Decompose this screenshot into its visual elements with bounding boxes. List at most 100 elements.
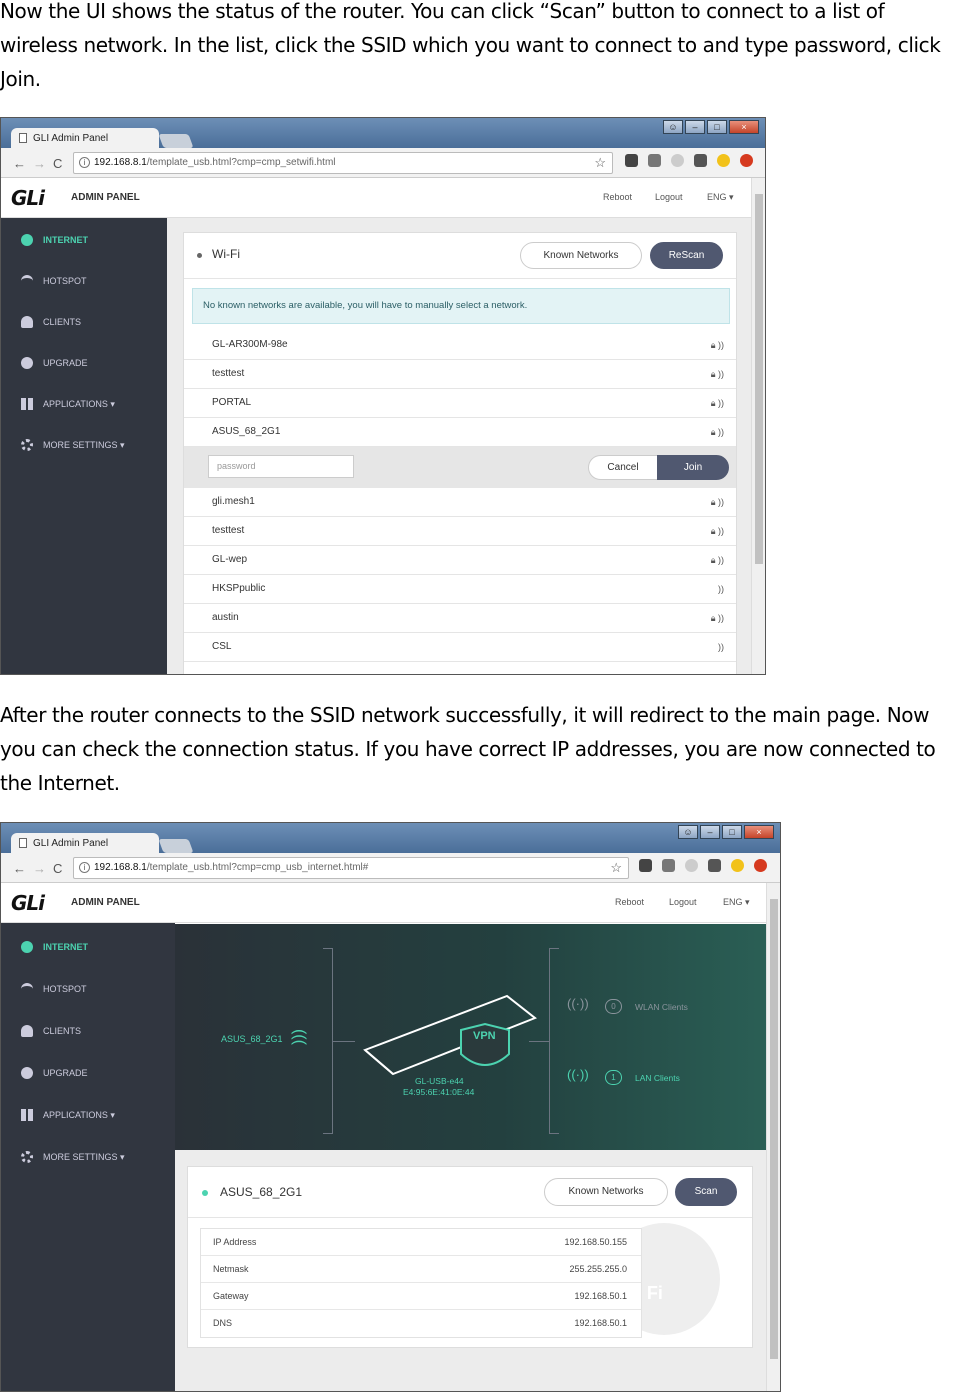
network-row[interactable]: gli.mesh1 🔒︎ )) [184,488,736,517]
minimize-button[interactable]: – [700,825,720,839]
dns-value: 192.168.50.1 [574,1318,627,1328]
forward-icon[interactable]: → [33,156,46,171]
extension-icon[interactable] [694,154,707,167]
language-dropdown[interactable]: ENG ▾ [707,192,734,203]
sidebar-item-upgrade[interactable]: UPGRADE [1,343,167,383]
new-tab-button[interactable] [158,839,194,853]
menu-icon[interactable] [754,859,767,872]
rescan-button[interactable]: ReScan [650,242,723,269]
wifi-icon [21,983,33,995]
extension-icon[interactable] [625,154,638,167]
browser-tab[interactable]: GLI Admin Panel [11,833,159,855]
profile-icon[interactable]: ☺ [663,120,683,134]
address-bar[interactable]: i 192.168.8.1/template_usb.html?cmp=cmp_… [73,857,629,879]
ssid-label: HKSPpublic [212,583,266,594]
extension-icon[interactable] [708,859,721,872]
close-button[interactable]: × [729,120,759,134]
network-row[interactable]: testtest 🔒︎ )) [184,517,736,546]
join-button[interactable]: Join [657,455,729,480]
sidebar-item-clients[interactable]: CLIENTS [1,302,167,342]
logout-link[interactable]: Logout [669,897,697,907]
vpn-shield-label: VPN [473,1030,496,1042]
network-row[interactable]: GL-AR300M-98e 🔒︎ )) [184,331,736,360]
url-path: /template_usb.html?cmp=cmp_usb_internet.… [146,862,369,873]
lan-clients-link[interactable]: LAN Clients [635,1073,680,1083]
intro-paragraph: Now the UI shows the status of the route… [0,0,941,91]
browser-tab[interactable]: GLI Admin Panel [11,128,159,150]
connector-line [529,1041,549,1042]
admin-panel-title: ADMIN PANEL [71,897,140,908]
reboot-link[interactable]: Reboot [615,897,644,907]
gateway-value: 192.168.50.1 [574,1291,627,1301]
network-row[interactable]: PORTAL 🔒︎ )) [184,389,736,418]
back-icon[interactable]: ← [13,861,26,876]
ssid-label: ASUS_68_2G1 [212,426,281,437]
network-row[interactable]: CSL)) [184,633,736,662]
network-row-selected[interactable]: ASUS_68_2G1 🔒︎ )) [184,418,736,447]
cancel-button[interactable]: Cancel [588,455,658,480]
network-row[interactable]: GL-wep 🔒︎ )) [184,546,736,575]
gateway-label: Gateway [213,1291,249,1301]
password-input[interactable]: password [208,455,354,478]
address-bar[interactable]: i 192.168.8.1/template_usb.html?cmp=cmp_… [73,152,613,174]
page-icon [19,838,27,848]
network-row[interactable]: austin 🔒︎ )) [184,604,736,633]
known-networks-button[interactable]: Known Networks [544,1178,668,1206]
upload-icon [21,1067,33,1079]
sidebar-item-more-settings[interactable]: MORE SETTINGS ▾ [1,1137,167,1177]
info-alert: No known networks are available, you wil… [192,288,730,324]
wifi-icon: )) [718,584,724,594]
sidebar-item-more-settings[interactable]: MORE SETTINGS ▾ [1,425,167,465]
maximize-button[interactable]: □ [722,825,742,839]
grid-icon [21,398,33,410]
profile-icon[interactable]: ☺ [678,825,698,839]
page-scrollbar[interactable] [766,883,780,1391]
main-content: ASUS_68_2G1 Known Networks Scan Wi Fi IP… [175,1150,768,1391]
language-dropdown[interactable]: ENG ▾ [723,897,750,908]
back-icon[interactable]: ← [13,156,26,171]
network-row[interactable]: testtest 🔒︎ )) [184,360,736,389]
table-row: IP Address 192.168.50.155 [201,1229,641,1256]
sidebar-item-internet[interactable]: INTERNET [1,927,167,967]
ip-table: IP Address 192.168.50.155 Netmask 255.255.… [200,1228,642,1338]
page-scrollbar[interactable] [751,178,765,674]
logout-link[interactable]: Logout [655,192,683,202]
menu-icon[interactable] [740,154,753,167]
scan-button[interactable]: Scan [675,1178,737,1206]
sidebar-item-internet[interactable]: INTERNET [1,220,167,260]
browser-toolbar: ← → C i 192.168.8.1/template_usb.html?cm… [1,853,780,883]
extension-icon[interactable] [648,154,661,167]
wifi-icon: )) [718,642,724,652]
emoji-extension-icon[interactable] [731,859,744,872]
emoji-extension-icon[interactable] [717,154,730,167]
wlan-clients-link[interactable]: WLAN Clients [635,1002,688,1012]
scrollbar-thumb[interactable] [755,194,763,564]
network-row[interactable]: HKSPpublic)) [184,575,736,604]
sidebar-item-applications[interactable]: APPLICATIONS ▾ [1,384,167,424]
bookmark-star-icon[interactable]: ☆ [594,155,606,171]
extension-icon[interactable] [639,859,652,872]
extension-icon[interactable] [662,859,675,872]
sidebar-item-label: INTERNET [43,235,88,245]
extension-icon[interactable] [671,154,684,167]
maximize-button[interactable]: □ [707,120,727,134]
sidebar-item-hotspot[interactable]: HOTSPOT [1,969,167,1009]
sidebar-item-hotspot[interactable]: HOTSPOT [1,261,167,301]
minimize-button[interactable]: – [685,120,705,134]
wifi-card: Wi-Fi Known Networks ReScan No known net… [183,232,737,674]
scrollbar-thumb[interactable] [770,899,778,1359]
forward-icon[interactable]: → [33,861,46,876]
sidebar-item-clients[interactable]: CLIENTS [1,1011,167,1051]
close-button[interactable]: × [744,825,774,839]
sidebar-item-applications[interactable]: APPLICATIONS ▾ [1,1095,167,1135]
reload-icon[interactable]: C [53,156,62,171]
new-tab-button[interactable] [158,134,194,148]
extension-icon[interactable] [685,859,698,872]
reload-icon[interactable]: C [53,861,62,876]
app-header: GLi ADMIN PANEL Reboot Logout ENG ▾ [1,178,751,218]
netmask-value: 255.255.255.0 [569,1264,627,1274]
reboot-link[interactable]: Reboot [603,192,632,202]
bookmark-star-icon[interactable]: ☆ [610,860,622,876]
sidebar-item-upgrade[interactable]: UPGRADE [1,1053,167,1093]
known-networks-button[interactable]: Known Networks [520,242,642,269]
